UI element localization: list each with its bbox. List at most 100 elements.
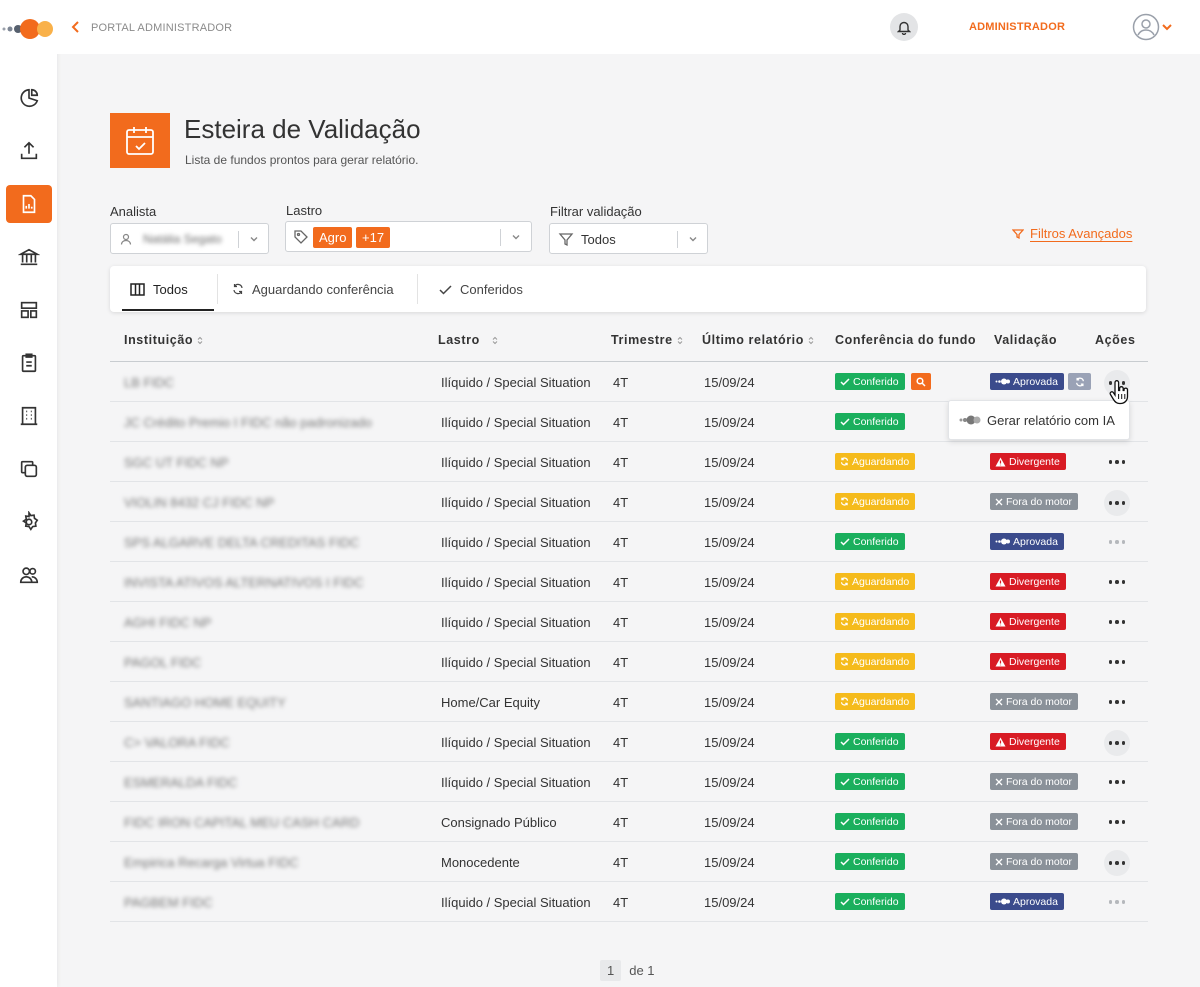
cell-trimestre: 4T	[613, 495, 629, 510]
nav-checklist[interactable]	[6, 344, 52, 382]
table-row[interactable]: SGC UT FIDC NP Ilíquido / Special Situati…	[110, 442, 1148, 482]
chevron-down-icon[interactable]	[1161, 22, 1173, 32]
close-icon	[995, 698, 1003, 705]
tab-todos[interactable]: Todos	[130, 266, 188, 312]
nav-layouts[interactable]	[6, 291, 52, 329]
tab-conferidos[interactable]: Conferidos	[439, 266, 523, 312]
notifications-button[interactable]	[890, 13, 918, 41]
row-actions-button[interactable]	[1104, 850, 1130, 876]
lastro-more-chip[interactable]: +17	[356, 227, 391, 248]
close-icon	[995, 858, 1003, 865]
lastro-select[interactable]: Agro +17	[285, 221, 532, 252]
conferencia-badge: Conferido	[835, 413, 905, 430]
table-row[interactable]: FIDC IRON CAPITAL MEU CASH CARD Consignad…	[110, 802, 1148, 842]
row-actions-button[interactable]	[1104, 770, 1130, 794]
row-actions-button[interactable]	[1104, 610, 1130, 634]
validacao-badge: Divergente	[990, 573, 1066, 590]
row-actions-button[interactable]	[1104, 650, 1130, 674]
nav-upload[interactable]	[6, 132, 52, 170]
table-row[interactable]: LB FIDC Ilíquido / Special Situation 4T 15/…	[110, 362, 1148, 402]
cell-lastro: Ilíquido / Special Situation	[441, 495, 591, 510]
tag-icon	[294, 230, 308, 244]
bank-icon	[18, 248, 40, 266]
avatar-icon[interactable]	[1132, 13, 1160, 41]
cell-instituicao: AGHI FIDC NP	[124, 615, 212, 630]
cell-ultimo-relatorio: 15/09/24	[704, 655, 755, 670]
nav-dashboard[interactable]	[6, 79, 52, 117]
header-trimestre[interactable]: Trimestre	[611, 333, 683, 347]
validacao-select[interactable]: Todos	[549, 223, 708, 254]
filter-icon	[1012, 228, 1024, 239]
row-actions-button[interactable]	[1104, 530, 1130, 554]
conferencia-badge: Aguardando	[835, 453, 916, 470]
table-row[interactable]: INVISTA ATIVOS ALTERNATIVOS I FIDC Ilíqui…	[110, 562, 1148, 602]
nav-reports[interactable]	[6, 185, 52, 223]
cell-ultimo-relatorio: 15/09/24	[704, 695, 755, 710]
row-actions-button[interactable]	[1104, 570, 1130, 594]
chevron-left-icon[interactable]	[69, 19, 83, 35]
lastro-tag-chip[interactable]: Agro	[313, 227, 353, 248]
check-icon	[840, 777, 850, 786]
bell-icon	[897, 21, 911, 35]
cell-instituicao: SANTIAGO HOME EQUITY	[124, 695, 286, 710]
inspect-button[interactable]	[911, 373, 931, 390]
nav-settings[interactable]	[6, 503, 52, 541]
cell-trimestre: 4T	[613, 735, 629, 750]
sidebar	[0, 0, 57, 987]
row-actions-button[interactable]	[1104, 450, 1130, 474]
revalidate-button[interactable]	[1068, 373, 1091, 390]
header-lastro[interactable]: Lastro	[438, 333, 498, 347]
check-icon	[840, 897, 850, 906]
divider	[217, 274, 218, 304]
analista-select[interactable]: Natália Segato	[110, 223, 269, 254]
divider	[417, 274, 418, 304]
table-row[interactable]: SPS ALGARVE DELTA CREDITAS FIDC Ilíquido …	[110, 522, 1148, 562]
tab-aguardando[interactable]: Aguardando conferência	[232, 266, 394, 312]
nav-users[interactable]	[6, 556, 52, 594]
advanced-filters-link[interactable]: Filtros Avançados	[1012, 226, 1132, 241]
row-actions-menu[interactable]: Gerar relatório com IA	[948, 400, 1130, 440]
table-row[interactable]: VIOLIN 8432 CJ FIDC NP Ilíquido / Special…	[110, 482, 1148, 522]
cell-ultimo-relatorio: 15/09/24	[704, 415, 755, 430]
close-icon	[995, 498, 1003, 505]
table-row[interactable]: Empirica Recarga Virtua FIDC Monocedente 4…	[110, 842, 1148, 882]
refresh-icon	[840, 457, 849, 466]
generate-report-ai-item[interactable]: Gerar relatório com IA	[987, 413, 1115, 428]
conferencia-badge: Conferido	[835, 813, 905, 830]
row-actions-button[interactable]	[1104, 730, 1130, 756]
row-actions-button[interactable]	[1104, 490, 1130, 516]
table-row[interactable]: PAGOL FIDC Ilíquido / Special Situation 4T…	[110, 642, 1148, 682]
table-row[interactable]: ESMERALDA FIDC Ilíquido / Special Situati…	[110, 762, 1148, 802]
breadcrumb[interactable]: PORTAL ADMINISTRADOR	[91, 22, 232, 34]
cell-trimestre: 4T	[613, 815, 629, 830]
user-icon	[120, 233, 132, 245]
nav-companies[interactable]	[6, 397, 52, 435]
refresh-icon	[840, 497, 849, 506]
row-actions-button[interactable]	[1104, 810, 1130, 834]
cell-instituicao: VIOLIN 8432 CJ FIDC NP	[124, 495, 275, 510]
page-number-button[interactable]: 1	[600, 960, 622, 981]
header-ultimo-relatorio[interactable]: Último relatório	[702, 333, 814, 347]
header-instituicao[interactable]: Instituição	[124, 333, 203, 347]
cell-ultimo-relatorio: 15/09/24	[704, 775, 755, 790]
validacao-badge: Divergente	[990, 653, 1066, 670]
cell-trimestre: 4T	[613, 455, 629, 470]
cell-instituicao: LB FIDC	[124, 375, 174, 390]
cell-instituicao: ESMERALDA FIDC	[124, 775, 238, 790]
validacao-label: Divergente	[1009, 575, 1060, 588]
nav-institutions[interactable]	[6, 238, 52, 276]
validacao-label: Divergente	[1009, 455, 1060, 468]
row-actions-button[interactable]	[1104, 690, 1130, 714]
row-actions-button[interactable]	[1104, 890, 1130, 914]
users-icon	[19, 567, 39, 584]
validacao-badge: Fora do motor	[990, 773, 1078, 790]
conferencia-label: Aguardando	[852, 495, 910, 508]
cell-lastro: Ilíquido / Special Situation	[441, 895, 591, 910]
table-row[interactable]: C> VALORA FIDC Ilíquido / Special Situati…	[110, 722, 1148, 762]
table-row[interactable]: AGHI FIDC NP Ilíquido / Special Situation…	[110, 602, 1148, 642]
user-role-label[interactable]: ADMINISTRADOR	[969, 21, 1065, 33]
cell-trimestre: 4T	[613, 535, 629, 550]
table-row[interactable]: PAGBEM FIDC Ilíquido / Special Situation 4…	[110, 882, 1148, 922]
table-row[interactable]: SANTIAGO HOME EQUITY Home/Car Equity 4T 15/…	[110, 682, 1148, 722]
nav-copies[interactable]	[6, 450, 52, 488]
